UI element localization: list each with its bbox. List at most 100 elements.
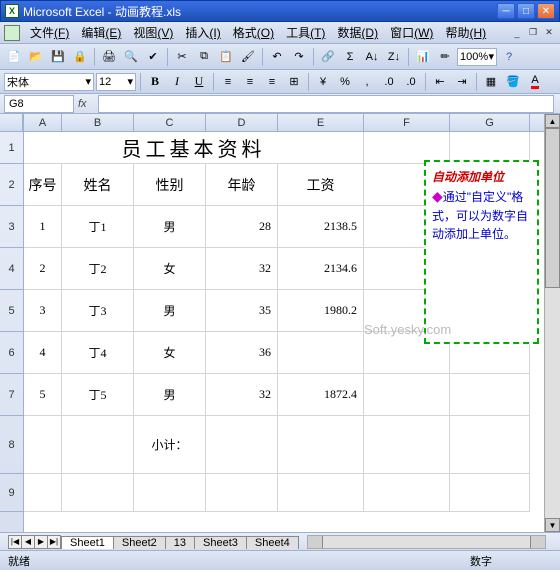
- row-header-8[interactable]: 8: [0, 416, 23, 474]
- inc-indent-icon[interactable]: ⇥: [452, 72, 472, 92]
- hyperlink-icon[interactable]: 🔗: [318, 47, 338, 67]
- underline-button[interactable]: U: [189, 72, 209, 92]
- align-left-icon[interactable]: ≡: [218, 72, 238, 92]
- cell[interactable]: 年龄: [206, 164, 278, 206]
- preview-icon[interactable]: 🔍: [121, 47, 141, 67]
- spell-icon[interactable]: ✔: [143, 47, 163, 67]
- maximize-button[interactable]: □: [517, 3, 535, 19]
- dec-decimal-icon[interactable]: .0: [401, 72, 421, 92]
- menu-插入[interactable]: 插入(I): [179, 22, 226, 43]
- cell[interactable]: 4: [24, 332, 62, 374]
- zoom-combo[interactable]: 100%▾: [457, 48, 497, 66]
- column-headers[interactable]: ABCDEFG: [24, 114, 544, 132]
- redo-icon[interactable]: ↷: [289, 47, 309, 67]
- cell[interactable]: [364, 374, 450, 416]
- cell[interactable]: 工资: [278, 164, 364, 206]
- cell[interactable]: 2: [24, 248, 62, 290]
- row-header-3[interactable]: 3: [0, 206, 23, 248]
- col-header-D[interactable]: D: [206, 114, 278, 131]
- cell[interactable]: [206, 474, 278, 512]
- border-icon[interactable]: ▦: [481, 72, 501, 92]
- cell[interactable]: 32: [206, 248, 278, 290]
- cell[interactable]: [134, 474, 206, 512]
- fx-icon[interactable]: fx: [78, 98, 92, 110]
- cell[interactable]: 2134.6: [278, 248, 364, 290]
- cell[interactable]: 序号: [24, 164, 62, 206]
- col-header-C[interactable]: C: [134, 114, 206, 131]
- cell[interactable]: 36: [206, 332, 278, 374]
- cell[interactable]: 35: [206, 290, 278, 332]
- format-painter-icon[interactable]: 🖌: [238, 47, 258, 67]
- bold-button[interactable]: B: [145, 72, 165, 92]
- cell[interactable]: [450, 474, 530, 512]
- cell[interactable]: [450, 374, 530, 416]
- vertical-scrollbar[interactable]: ▲ ▼: [544, 114, 560, 532]
- col-header-B[interactable]: B: [62, 114, 134, 131]
- cell[interactable]: [62, 416, 134, 474]
- cell[interactable]: 性别: [134, 164, 206, 206]
- cell[interactable]: 5: [24, 374, 62, 416]
- cell[interactable]: 1980.2: [278, 290, 364, 332]
- menu-视图[interactable]: 视图(V): [127, 22, 179, 43]
- cell[interactable]: 女: [134, 332, 206, 374]
- col-header-E[interactable]: E: [278, 114, 364, 131]
- sort-asc-icon[interactable]: A↓: [362, 47, 382, 67]
- tab-nav[interactable]: |◀ ◀ ▶ ▶|: [8, 535, 60, 549]
- row-header-7[interactable]: 7: [0, 374, 23, 416]
- cell[interactable]: [364, 416, 450, 474]
- table-title[interactable]: 员工基本资料: [24, 132, 364, 164]
- sort-desc-icon[interactable]: Z↓: [384, 47, 404, 67]
- col-header-F[interactable]: F: [364, 114, 450, 131]
- tab-last-icon[interactable]: ▶|: [47, 535, 61, 549]
- comma-icon[interactable]: ,: [357, 72, 377, 92]
- menu-格式[interactable]: 格式(O): [227, 22, 280, 43]
- mdi-minimize-button[interactable]: _: [510, 27, 524, 39]
- percent-icon[interactable]: %: [335, 72, 355, 92]
- font-name-combo[interactable]: 宋体▾: [4, 73, 94, 91]
- sheet-tab-Sheet4[interactable]: Sheet4: [246, 536, 299, 549]
- col-header-A[interactable]: A: [24, 114, 62, 131]
- font-color-icon[interactable]: A: [525, 72, 545, 92]
- name-box[interactable]: G8: [4, 95, 74, 113]
- cell[interactable]: 丁4: [62, 332, 134, 374]
- menu-窗口[interactable]: 窗口(W): [384, 22, 439, 43]
- cell[interactable]: [450, 416, 530, 474]
- cell[interactable]: 28: [206, 206, 278, 248]
- cell[interactable]: [24, 474, 62, 512]
- menu-帮助[interactable]: 帮助(H): [439, 22, 492, 43]
- new-icon[interactable]: 📄: [4, 47, 24, 67]
- sheet-tab-Sheet2[interactable]: Sheet2: [113, 536, 166, 549]
- tab-first-icon[interactable]: |◀: [8, 535, 22, 549]
- font-size-combo[interactable]: 12▾: [96, 73, 136, 91]
- select-all-corner[interactable]: [0, 114, 23, 132]
- minimize-button[interactable]: ─: [497, 3, 515, 19]
- row-header-1[interactable]: 1: [0, 132, 23, 164]
- row-header-4[interactable]: 4: [0, 248, 23, 290]
- menu-工具[interactable]: 工具(T): [280, 22, 331, 43]
- tab-next-icon[interactable]: ▶: [34, 535, 48, 549]
- row-header-9[interactable]: 9: [0, 474, 23, 512]
- cell[interactable]: 男: [134, 206, 206, 248]
- cell[interactable]: [24, 416, 62, 474]
- row-header-2[interactable]: 2: [0, 164, 23, 206]
- menu-数据[interactable]: 数据(D): [331, 22, 384, 43]
- cell[interactable]: [206, 416, 278, 474]
- close-button[interactable]: ✕: [537, 3, 555, 19]
- inc-decimal-icon[interactable]: .0: [379, 72, 399, 92]
- cell[interactable]: 丁2: [62, 248, 134, 290]
- align-center-icon[interactable]: ≡: [240, 72, 260, 92]
- cell[interactable]: 姓名: [62, 164, 134, 206]
- horizontal-scrollbar[interactable]: [307, 535, 546, 549]
- open-icon[interactable]: 📂: [26, 47, 46, 67]
- mdi-close-button[interactable]: ✕: [542, 27, 556, 39]
- merge-icon[interactable]: ⊞: [284, 72, 304, 92]
- permission-icon[interactable]: 🔒: [70, 47, 90, 67]
- cell[interactable]: [62, 474, 134, 512]
- mdi-restore-button[interactable]: ❐: [526, 27, 540, 39]
- currency-icon[interactable]: ¥: [313, 72, 333, 92]
- undo-icon[interactable]: ↶: [267, 47, 287, 67]
- row-header-6[interactable]: 6: [0, 332, 23, 374]
- cell[interactable]: 丁5: [62, 374, 134, 416]
- cell[interactable]: [278, 474, 364, 512]
- cell[interactable]: [364, 474, 450, 512]
